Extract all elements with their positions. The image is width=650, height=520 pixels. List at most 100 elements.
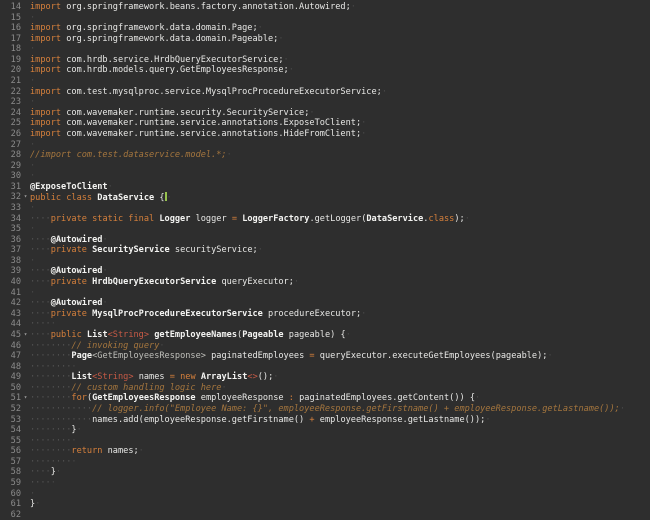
code-line[interactable]: 31@ExposeToClient· [0, 182, 650, 193]
code-line[interactable]: 28//import com.test.dataservice.model.*;… [0, 150, 650, 161]
code-line[interactable]: 61}· [0, 499, 650, 510]
code-line[interactable]: 39····@Autowired· [0, 266, 650, 277]
code-line[interactable]: 33· [0, 203, 650, 214]
line-number[interactable]: 55 [0, 436, 21, 447]
code-line[interactable]: 36····@Autowired· [0, 235, 650, 246]
code-line[interactable]: 14import org.springframework.beans.facto… [0, 2, 650, 13]
line-number[interactable]: 54 [0, 425, 21, 436]
code-line[interactable]: 43····private MysqlProcProcedureExecutor… [0, 309, 650, 320]
line-number[interactable]: 58 [0, 467, 21, 478]
line-number[interactable]: 48 [0, 362, 21, 373]
code-line[interactable]: 57········· [0, 457, 650, 468]
line-number[interactable]: 36 [0, 235, 21, 246]
code-line[interactable]: 23· [0, 97, 650, 108]
line-number[interactable]: 60 [0, 489, 21, 500]
line-number[interactable]: 28 [0, 150, 21, 161]
line-number[interactable]: 40 [0, 277, 21, 288]
code-line[interactable]: 19import com.hrdb.service.HrdbQueryExecu… [0, 55, 650, 66]
line-number[interactable]: 45 [0, 330, 21, 341]
code-line[interactable]: 58····}· [0, 467, 650, 478]
code-line[interactable]: 50········// custom handling logic here· [0, 383, 650, 394]
code-line[interactable]: 30· [0, 171, 650, 182]
line-number[interactable]: 51 [0, 393, 21, 404]
code-line[interactable]: 37····private SecurityService securitySe… [0, 245, 650, 256]
line-number[interactable]: 41 [0, 288, 21, 299]
code-line[interactable]: 41· [0, 288, 650, 299]
line-number[interactable]: 14 [0, 2, 21, 13]
code-line[interactable]: 18· [0, 44, 650, 55]
code-line[interactable]: 38· [0, 256, 650, 267]
code-line[interactable]: 59····· [0, 478, 650, 489]
line-number[interactable]: 47 [0, 351, 21, 362]
code-line[interactable]: 60· [0, 489, 650, 500]
line-number[interactable]: 16 [0, 23, 21, 34]
code-line[interactable]: 15· [0, 13, 650, 24]
code-line[interactable]: 49········List<String> names = new Array… [0, 372, 650, 383]
code-line[interactable]: 46········// invoking query· [0, 341, 650, 352]
code-line[interactable]: 32▾public class DataService {· [0, 192, 650, 203]
line-number[interactable]: 49 [0, 372, 21, 383]
line-number[interactable]: 15 [0, 13, 21, 24]
line-number[interactable]: 50 [0, 383, 21, 394]
line-number[interactable]: 20 [0, 65, 21, 76]
line-number[interactable]: 62 [0, 510, 21, 520]
code-line[interactable]: 53············names.add(employeeResponse… [0, 415, 650, 426]
code-line[interactable]: 20import com.hrdb.models.query.GetEmploy… [0, 65, 650, 76]
line-number[interactable]: 34 [0, 214, 21, 225]
line-number[interactable]: 38 [0, 256, 21, 267]
fold-marker-icon[interactable]: ▾ [21, 192, 30, 203]
line-number[interactable]: 39 [0, 266, 21, 277]
line-number[interactable]: 30 [0, 171, 21, 182]
code-line[interactable]: 34····private static final Logger logger… [0, 214, 650, 225]
line-number[interactable]: 42 [0, 298, 21, 309]
line-number[interactable]: 27 [0, 140, 21, 151]
line-number[interactable]: 53 [0, 415, 21, 426]
line-number[interactable]: 26 [0, 129, 21, 140]
code-line[interactable]: 35· [0, 224, 650, 235]
line-number[interactable]: 31 [0, 182, 21, 193]
code-line[interactable]: 54········}· [0, 425, 650, 436]
code-line[interactable]: 52············// logger.info("Employee N… [0, 404, 650, 415]
code-line[interactable]: 25import com.wavemaker.runtime.service.a… [0, 118, 650, 129]
fold-marker-icon[interactable]: ▾ [21, 393, 30, 404]
code-line[interactable]: 21· [0, 76, 650, 87]
line-number[interactable]: 61 [0, 499, 21, 510]
code-line[interactable]: 51▾········for(GetEmployeesResponse empl… [0, 393, 650, 404]
line-number[interactable]: 19 [0, 55, 21, 66]
code-line[interactable]: 47········Page<GetEmployeesResponse> pag… [0, 351, 650, 362]
line-number[interactable]: 35 [0, 224, 21, 235]
line-number[interactable]: 44 [0, 319, 21, 330]
line-number[interactable]: 57 [0, 457, 21, 468]
line-number[interactable]: 52 [0, 404, 21, 415]
line-number[interactable]: 43 [0, 309, 21, 320]
line-number[interactable]: 18 [0, 44, 21, 55]
line-number[interactable]: 33 [0, 203, 21, 214]
code-line[interactable]: 29· [0, 161, 650, 172]
line-number[interactable]: 29 [0, 161, 21, 172]
code-line[interactable]: 16import org.springframework.data.domain… [0, 23, 650, 34]
line-number[interactable]: 17 [0, 34, 21, 45]
code-line[interactable]: 48········· [0, 362, 650, 373]
code-editor[interactable]: 14import org.springframework.beans.facto… [0, 0, 650, 520]
line-number[interactable]: 56 [0, 446, 21, 457]
code-line[interactable]: 42····@Autowired· [0, 298, 650, 309]
code-line[interactable]: 40····private HrdbQueryExecutorService q… [0, 277, 650, 288]
line-number[interactable]: 46 [0, 341, 21, 352]
line-number[interactable]: 22 [0, 87, 21, 98]
line-number[interactable]: 59 [0, 478, 21, 489]
line-number[interactable]: 37 [0, 245, 21, 256]
code-line[interactable]: 24import com.wavemaker.runtime.security.… [0, 108, 650, 119]
line-number[interactable]: 32 [0, 192, 21, 203]
line-number[interactable]: 24 [0, 108, 21, 119]
code-line[interactable]: 17import org.springframework.data.domain… [0, 34, 650, 45]
fold-marker-icon[interactable]: ▾ [21, 330, 30, 341]
code-line[interactable]: 22import com.test.mysqlproc.service.Mysq… [0, 87, 650, 98]
code-line[interactable]: 56········return names;· [0, 446, 650, 457]
code-line[interactable]: 62 [0, 510, 650, 520]
code-line[interactable]: 55········· [0, 436, 650, 447]
code-line[interactable]: 45▾····public List<String> getEmployeeNa… [0, 330, 650, 341]
line-number[interactable]: 21 [0, 76, 21, 87]
line-number[interactable]: 23 [0, 97, 21, 108]
code-line[interactable]: 44····· [0, 319, 650, 330]
line-number[interactable]: 25 [0, 118, 21, 129]
